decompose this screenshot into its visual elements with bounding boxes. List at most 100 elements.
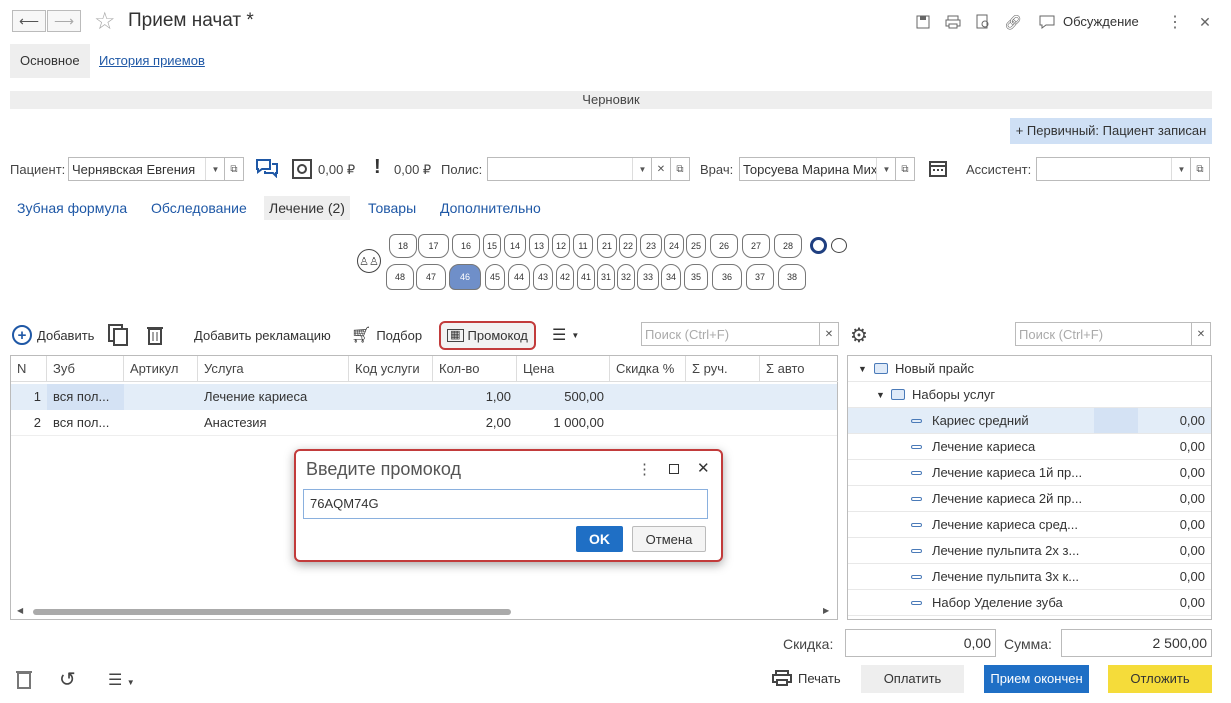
col-discount[interactable]: Скидка % <box>610 356 686 382</box>
promo-button[interactable]: ▦ Промокод <box>439 321 536 350</box>
tooth-47[interactable]: 47 <box>416 264 446 290</box>
forward-button[interactable]: ⟶ <box>47 10 81 32</box>
tooth-32[interactable]: 32 <box>617 264 635 290</box>
back-button[interactable]: ⟵ <box>12 10 46 32</box>
primary-badge[interactable]: + Первичный: Пациент записан <box>1010 118 1212 144</box>
tree-item[interactable]: Лечение пульпита 3х к... 0,00 <box>848 564 1211 590</box>
close-icon[interactable]: ✕ <box>1194 12 1216 32</box>
tab-examination[interactable]: Обследование <box>151 196 247 220</box>
footer-delete-icon[interactable] <box>15 669 33 692</box>
dialog-close-icon[interactable]: ✕ <box>697 459 710 477</box>
tooth-36[interactable]: 36 <box>712 264 742 290</box>
tree-root[interactable]: ▼ Новый прайс <box>848 356 1211 382</box>
link-icon[interactable]: 🔗︎ <box>1002 12 1024 32</box>
ok-button[interactable]: OK <box>576 526 623 552</box>
table-row[interactable]: 2 вся пол... Анастезия 2,00 1 000,00 <box>11 410 837 436</box>
delete-icon[interactable] <box>146 322 164 348</box>
calendar-icon[interactable] <box>929 159 947 180</box>
promo-code-input[interactable]: 76AQM74G <box>303 489 708 519</box>
tooth-17[interactable]: 17 <box>418 234 449 258</box>
tooth-21[interactable]: 21 <box>597 234 617 258</box>
tooth-48[interactable]: 48 <box>386 264 414 290</box>
col-n[interactable]: N <box>11 356 47 382</box>
dialog-more-icon[interactable]: ⋮ <box>637 460 652 478</box>
col-qty[interactable]: Кол-во <box>433 356 517 382</box>
child-adult-icon[interactable]: ♙♙ <box>357 249 381 273</box>
col-service[interactable]: Услуга <box>198 356 349 382</box>
tooth-26[interactable]: 26 <box>710 234 738 258</box>
horizontal-scrollbar[interactable] <box>33 609 511 615</box>
history-icon[interactable]: ↺ <box>59 667 76 692</box>
tree-item[interactable]: Лечение кариеса 0,00 <box>848 434 1211 460</box>
tooth-37[interactable]: 37 <box>746 264 774 290</box>
assistant-field[interactable]: ▼ <box>1036 157 1192 181</box>
save-icon[interactable] <box>912 12 934 32</box>
tooth-46[interactable]: 46 <box>449 264 481 290</box>
policy-open-button[interactable]: ⧉ <box>670 157 690 181</box>
col-article[interactable]: Артикул <box>124 356 198 382</box>
policy-field[interactable]: ▼ <box>487 157 653 181</box>
tooth-28[interactable]: 28 <box>774 234 802 258</box>
copy-icon[interactable] <box>108 322 128 348</box>
tree-item[interactable]: Набор Уделение зуба 0,00 <box>848 590 1211 616</box>
half-circle-view-icon[interactable] <box>831 238 847 253</box>
table-row[interactable]: 1 вся пол... Лечение кариеса 1,00 500,00 <box>11 384 837 410</box>
tab-main[interactable]: Основное <box>10 44 90 78</box>
tab-history[interactable]: История приемов <box>89 44 215 78</box>
tab-treatment[interactable]: Лечение (2) <box>264 196 350 220</box>
tooth-42[interactable]: 42 <box>556 264 574 290</box>
chevron-down-icon[interactable]: ▼ <box>632 158 652 180</box>
tooth-33[interactable]: 33 <box>637 264 659 290</box>
doctor-field[interactable]: Торсуева Марина Мих ▼ <box>739 157 897 181</box>
sum-field[interactable]: 2 500,00 <box>1061 629 1212 657</box>
discussion-icon[interactable] <box>1036 12 1058 32</box>
tab-goods[interactable]: Товары <box>368 196 416 220</box>
postpone-button[interactable]: Отложить <box>1108 665 1212 693</box>
tree-group[interactable]: ▼ Наборы услуг <box>848 382 1211 408</box>
more-menu-button[interactable]: ☰ ▼ <box>552 322 579 348</box>
tree-item[interactable]: Лечение кариеса 2й пр... 0,00 <box>848 486 1211 512</box>
more-icon[interactable]: ⋮ <box>1164 12 1186 32</box>
maximize-icon[interactable] <box>669 464 679 474</box>
tooth-18[interactable]: 18 <box>389 234 417 258</box>
doctor-open-button[interactable]: ⧉ <box>895 157 915 181</box>
finish-button[interactable]: Прием окончен <box>984 665 1089 693</box>
expand-icon[interactable]: ▼ <box>876 382 885 408</box>
discount-field[interactable]: 0,00 <box>845 629 996 657</box>
chat-icon[interactable] <box>256 158 278 181</box>
tooth-38[interactable]: 38 <box>778 264 806 290</box>
col-sum-auto[interactable]: Σ авто <box>760 356 838 382</box>
tree-item[interactable]: Лечение пульпита 2х з... 0,00 <box>848 538 1211 564</box>
col-sum-manual[interactable]: Σ руч. <box>686 356 760 382</box>
preview-icon[interactable] <box>972 12 994 32</box>
tooth-22[interactable]: 22 <box>619 234 637 258</box>
tooth-34[interactable]: 34 <box>661 264 681 290</box>
tab-additional[interactable]: Дополнительно <box>440 196 541 220</box>
patient-open-button[interactable]: ⧉ <box>224 157 244 181</box>
policy-clear-button[interactable]: ✕ <box>651 157 671 181</box>
circle-view-icon[interactable] <box>810 237 827 254</box>
price-tree[interactable]: ▼ Новый прайс ▼ Наборы услуг Кариес сред… <box>847 355 1212 620</box>
tooth-16[interactable]: 16 <box>452 234 480 258</box>
settings-gear-icon[interactable]: ⚙ <box>850 323 868 348</box>
tooth-44[interactable]: 44 <box>508 264 530 290</box>
tree-search-input[interactable]: Поиск (Ctrl+F) <box>1015 322 1193 346</box>
print-icon[interactable] <box>942 12 964 32</box>
tooth-14[interactable]: 14 <box>504 234 526 258</box>
expand-icon[interactable]: ▼ <box>858 356 867 382</box>
tree-item[interactable]: Лечение кариеса 1й пр... 0,00 <box>848 460 1211 486</box>
table-search-input[interactable]: Поиск (Ctrl+F) <box>641 322 821 346</box>
tooth-11[interactable]: 11 <box>573 234 593 258</box>
patient-field[interactable]: Чернявская Евгения ▼ <box>68 157 226 181</box>
tree-item[interactable]: Кариес средний 0,00 <box>848 408 1211 434</box>
tooth-24[interactable]: 24 <box>664 234 684 258</box>
tooth-15[interactable]: 15 <box>483 234 501 258</box>
selection-button[interactable]: 🛒︎ Подбор <box>351 322 422 348</box>
tooth-12[interactable]: 12 <box>552 234 570 258</box>
col-price[interactable]: Цена <box>517 356 610 382</box>
add-button[interactable]: + Добавить <box>12 322 94 348</box>
print-button[interactable]: Печать <box>772 670 841 686</box>
chevron-down-icon[interactable]: ▼ <box>876 158 896 180</box>
tree-search-clear-button[interactable]: ✕ <box>1191 322 1211 346</box>
tooth-41[interactable]: 41 <box>577 264 595 290</box>
